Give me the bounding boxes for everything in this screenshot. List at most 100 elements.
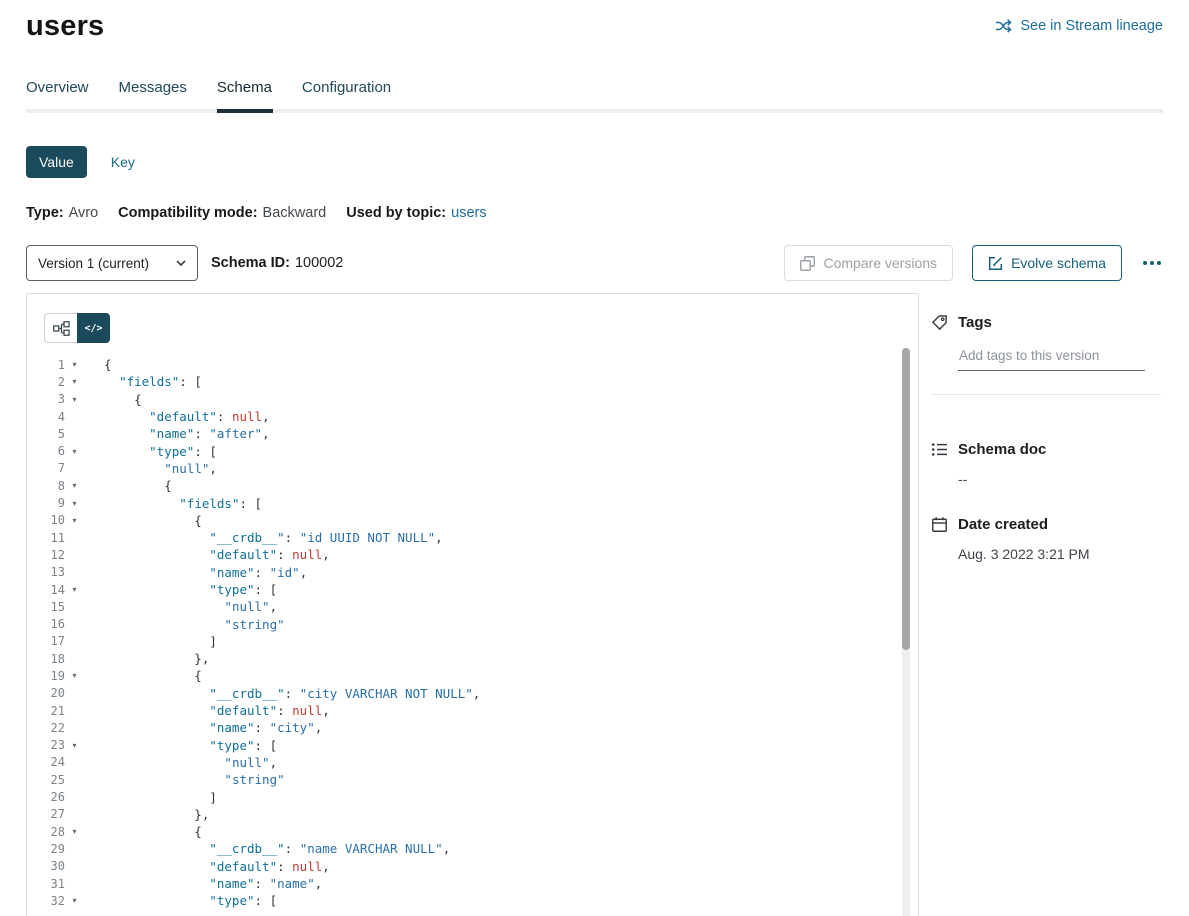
collapse-caret-icon[interactable]: ▾	[65, 585, 80, 594]
collapse-caret-icon[interactable]: ▾	[65, 741, 80, 750]
schema-editor-panel: </> 1▾{2▾ "fields": [3▾ {4 "default": nu…	[26, 293, 919, 916]
tags-section: Tags	[931, 314, 1161, 371]
tree-view-icon	[53, 321, 70, 336]
evolve-schema-button[interactable]: Evolve schema	[972, 245, 1122, 281]
code-text: "default": null,	[80, 859, 330, 874]
version-select-value: Version 1 (current)	[38, 256, 149, 271]
add-tags-input[interactable]	[958, 348, 1145, 371]
line-number: 12	[27, 548, 65, 562]
line-number: 5	[27, 427, 65, 441]
doc-list-icon	[931, 441, 948, 458]
topic-link[interactable]: users	[451, 205, 486, 221]
line-number: 11	[27, 531, 65, 545]
code-line: 21 "default": null,	[27, 702, 918, 719]
code-line: 18 },	[27, 650, 918, 667]
collapse-caret-icon[interactable]: ▾	[65, 481, 80, 490]
collapse-caret-icon[interactable]: ▾	[65, 377, 80, 386]
schema-sidebar: Tags Schema doc --	[931, 293, 1161, 562]
collapse-caret-icon[interactable]: ▾	[65, 395, 80, 404]
stream-lineage-link[interactable]: See in Stream lineage	[995, 18, 1163, 34]
page-title: users	[26, 10, 104, 43]
collapse-caret-icon[interactable]: ▾	[65, 499, 80, 508]
code-view-toggle-button[interactable]: </>	[77, 313, 110, 343]
line-number: 31	[27, 877, 65, 891]
code-text: "string"	[80, 617, 285, 632]
code-line: 27 },	[27, 806, 918, 823]
value-toggle-button[interactable]: Value	[26, 146, 87, 178]
code-line: 1▾{	[27, 356, 918, 373]
compat-value: Backward	[263, 205, 327, 221]
evolve-schema-label: Evolve schema	[1011, 255, 1106, 271]
collapse-caret-icon[interactable]: ▾	[65, 360, 80, 369]
editor-scrollbar[interactable]	[902, 348, 910, 916]
collapse-caret-icon[interactable]: ▾	[65, 827, 80, 836]
code-line: 23▾ "type": [	[27, 737, 918, 754]
code-line: 22 "name": "city",	[27, 719, 918, 736]
code-line: 3▾ {	[27, 391, 918, 408]
line-number: 21	[27, 704, 65, 718]
evolve-schema-icon	[988, 256, 1003, 271]
code-text: "default": null,	[80, 409, 270, 424]
main-content: </> 1▾{2▾ "fields": [3▾ {4 "default": nu…	[26, 293, 1163, 916]
tab-configuration[interactable]: Configuration	[302, 79, 391, 109]
code-line: 30 "default": null,	[27, 858, 918, 875]
scrollbar-thumb[interactable]	[902, 348, 910, 650]
topic-label: Used by topic:	[346, 205, 446, 221]
tag-icon	[931, 314, 948, 331]
line-number: 19	[27, 669, 65, 683]
code-text: {	[80, 357, 112, 372]
calendar-icon	[931, 516, 948, 533]
line-number: 9	[27, 496, 65, 510]
date-created-value: Aug. 3 2022 3:21 PM	[958, 546, 1161, 562]
tab-schema[interactable]: Schema	[217, 79, 272, 109]
key-toggle-button[interactable]: Key	[111, 146, 135, 178]
code-line: 7 "null",	[27, 460, 918, 477]
line-number: 14	[27, 583, 65, 597]
line-number: 28	[27, 825, 65, 839]
code-text: "name": "after",	[80, 426, 270, 441]
code-line: 6▾ "type": [	[27, 442, 918, 459]
schema-doc-value: --	[958, 471, 1161, 487]
code-text: "name": "name",	[80, 876, 322, 891]
code-text: "name": "city",	[80, 720, 322, 735]
value-key-toggle: Value Key	[26, 146, 1163, 178]
collapse-caret-icon[interactable]: ▾	[65, 447, 80, 456]
tree-view-toggle-button[interactable]	[44, 313, 77, 343]
schema-meta-row: Type: Avro Compatibility mode: Backward …	[26, 205, 1163, 221]
schema-doc-header: Schema doc	[931, 441, 1161, 458]
line-number: 20	[27, 686, 65, 700]
code-line: 11 "__crdb__": "id UUID NOT NULL",	[27, 529, 918, 546]
code-text: },	[80, 651, 209, 666]
page-header: users See in Stream lineage	[26, 0, 1163, 43]
code-text: {	[80, 668, 202, 683]
collapse-caret-icon[interactable]: ▾	[65, 671, 80, 680]
code-text: {	[80, 478, 172, 493]
code-text: "__crdb__": "id UUID NOT NULL",	[80, 530, 443, 545]
line-number: 1	[27, 358, 65, 372]
line-number: 29	[27, 842, 65, 856]
schema-page: users See in Stream lineage Overview Mes…	[0, 0, 1189, 916]
type-value: Avro	[69, 205, 99, 221]
stream-lineage-icon	[995, 18, 1012, 34]
tab-messages[interactable]: Messages	[119, 79, 187, 109]
code-line: 8▾ {	[27, 477, 918, 494]
code-text: {	[80, 392, 142, 407]
more-options-button[interactable]	[1141, 255, 1163, 271]
tab-overview[interactable]: Overview	[26, 79, 89, 109]
line-number: 17	[27, 634, 65, 648]
version-select[interactable]: Version 1 (current)	[26, 245, 198, 281]
line-number: 25	[27, 773, 65, 787]
code-line: 12 "default": null,	[27, 546, 918, 563]
collapse-caret-icon[interactable]: ▾	[65, 896, 80, 905]
line-number: 6	[27, 444, 65, 458]
code-line: 2▾ "fields": [	[27, 373, 918, 390]
code-text: "name": "id",	[80, 565, 307, 580]
code-view-icon: </>	[84, 323, 102, 334]
code-text: "type": [	[80, 738, 277, 753]
collapse-caret-icon[interactable]: ▾	[65, 516, 80, 525]
compare-versions-label: Compare versions	[823, 255, 937, 271]
compare-versions-button[interactable]: Compare versions	[784, 245, 953, 281]
code-line: 17 ]	[27, 633, 918, 650]
compat-label: Compatibility mode:	[118, 205, 257, 221]
date-created-title: Date created	[958, 516, 1048, 533]
